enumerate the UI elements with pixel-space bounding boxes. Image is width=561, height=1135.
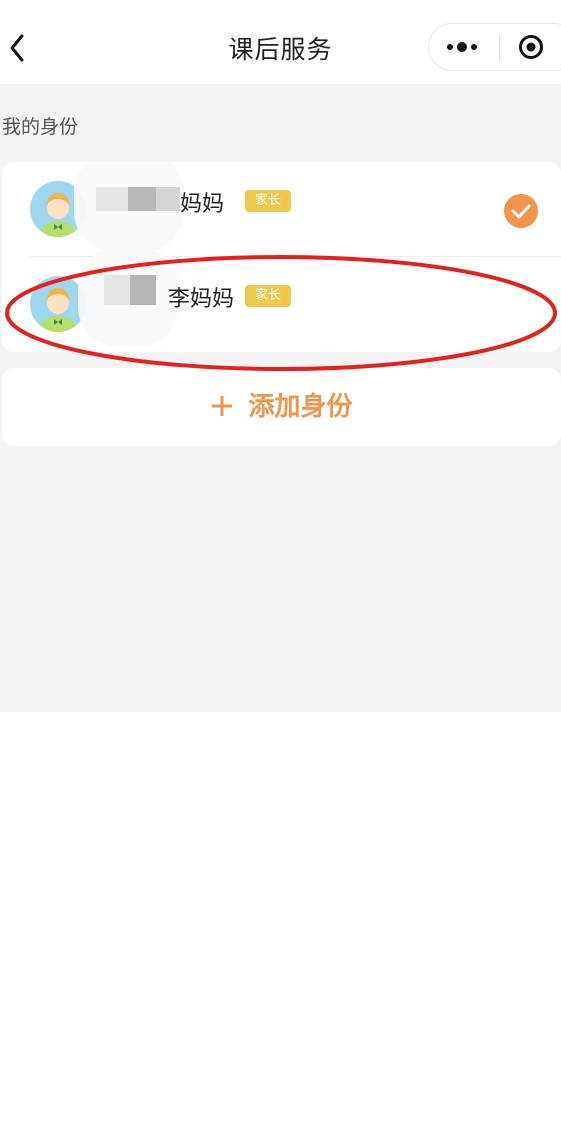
identity-row-1[interactable]: 妈妈 家长 <box>2 162 561 257</box>
back-button[interactable] <box>4 28 32 68</box>
mini-program-capsule <box>428 23 561 71</box>
identity-name: 妈妈 <box>180 192 225 217</box>
target-circle-icon <box>519 35 543 59</box>
identity-row-2[interactable]: 李妈妈 家长 <box>2 247 561 352</box>
page: 课后服务 我的身份 妈妈 家长 李妈妈 家长 添加身份 <box>0 0 561 1135</box>
role-badge: 家长 <box>245 285 291 307</box>
capsule-divider <box>499 36 500 60</box>
add-identity-content: 添加身份 <box>2 368 561 446</box>
identity-list: 妈妈 家长 李妈妈 家长 <box>2 162 561 352</box>
content-area: 我的身份 妈妈 家长 李妈妈 家长 添加身份 <box>0 84 561 712</box>
role-badge: 家长 <box>245 190 291 212</box>
close-button[interactable] <box>518 34 544 60</box>
check-circle-icon <box>504 194 538 228</box>
name-redaction <box>74 162 184 252</box>
add-identity-label: 添加身份 <box>248 392 353 422</box>
plus-icon <box>212 395 233 416</box>
more-dots-icon <box>447 42 477 52</box>
identity-name: 李妈妈 <box>168 287 235 312</box>
name-redaction <box>78 247 178 347</box>
nav-bar: 课后服务 <box>0 0 561 84</box>
add-identity-button[interactable]: 添加身份 <box>2 368 561 446</box>
section-label: 我的身份 <box>2 116 79 138</box>
more-button[interactable] <box>429 24 499 70</box>
chevron-left-icon <box>10 34 24 62</box>
